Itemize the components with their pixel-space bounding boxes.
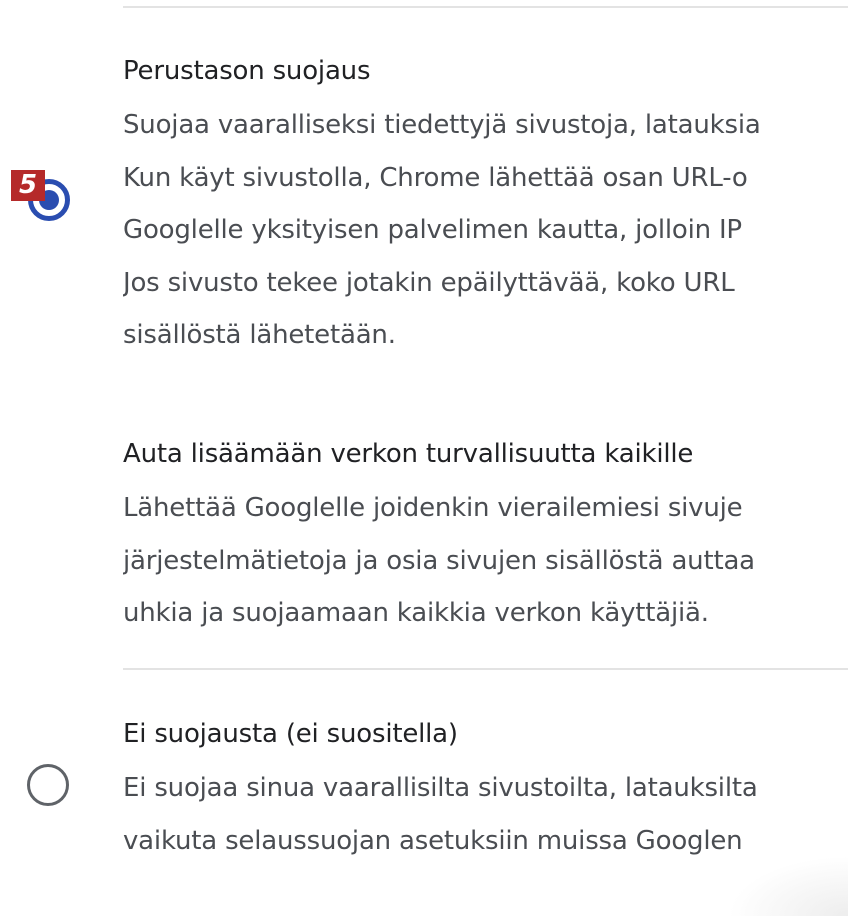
description-line: Jos sivusto tekee jotakin epäilyttävää, … <box>123 267 735 298</box>
description-line: Suojaa vaaralliseksi tiedettyjä sivustoj… <box>123 110 761 140</box>
description-line: Ei suojaa sinua vaarallisilta sivustoilt… <box>123 773 758 803</box>
no-protection-radio[interactable] <box>27 764 69 806</box>
top-divider <box>123 6 848 8</box>
no-protection-description: Ei suojaa sinua vaarallisilta sivustoilt… <box>123 762 848 867</box>
description-line: Lähettää Googlelle joidenkin vierailemie… <box>123 493 743 523</box>
step-number-badge: 5 <box>11 170 45 201</box>
description-line: uhkia ja suojaamaan kaikkia verkon käytt… <box>123 598 709 628</box>
description-line: Googlelle yksityisen palvelimen kautta, … <box>123 215 742 245</box>
standard-protection-description: Suojaa vaaralliseksi tiedettyjä sivustoj… <box>123 99 848 362</box>
description-line: Kun käyt sivustolla, Chrome lähettää osa… <box>123 162 748 193</box>
section-divider <box>123 668 848 670</box>
no-protection-title[interactable]: Ei suojausta (ei suositella) <box>123 717 848 751</box>
description-line: järjestelmätietoja ja osia sivujen sisäl… <box>123 545 755 576</box>
standard-protection-title[interactable]: Perustason suojaus <box>123 54 848 88</box>
help-improve-security-title[interactable]: Auta lisäämään verkon turvallisuutta kai… <box>123 437 848 471</box>
corner-shadow <box>728 856 848 916</box>
description-line: sisällöstä lähetetään. <box>123 320 396 350</box>
help-improve-security-description: Lähettää Googlelle joidenkin vierailemie… <box>123 482 848 640</box>
